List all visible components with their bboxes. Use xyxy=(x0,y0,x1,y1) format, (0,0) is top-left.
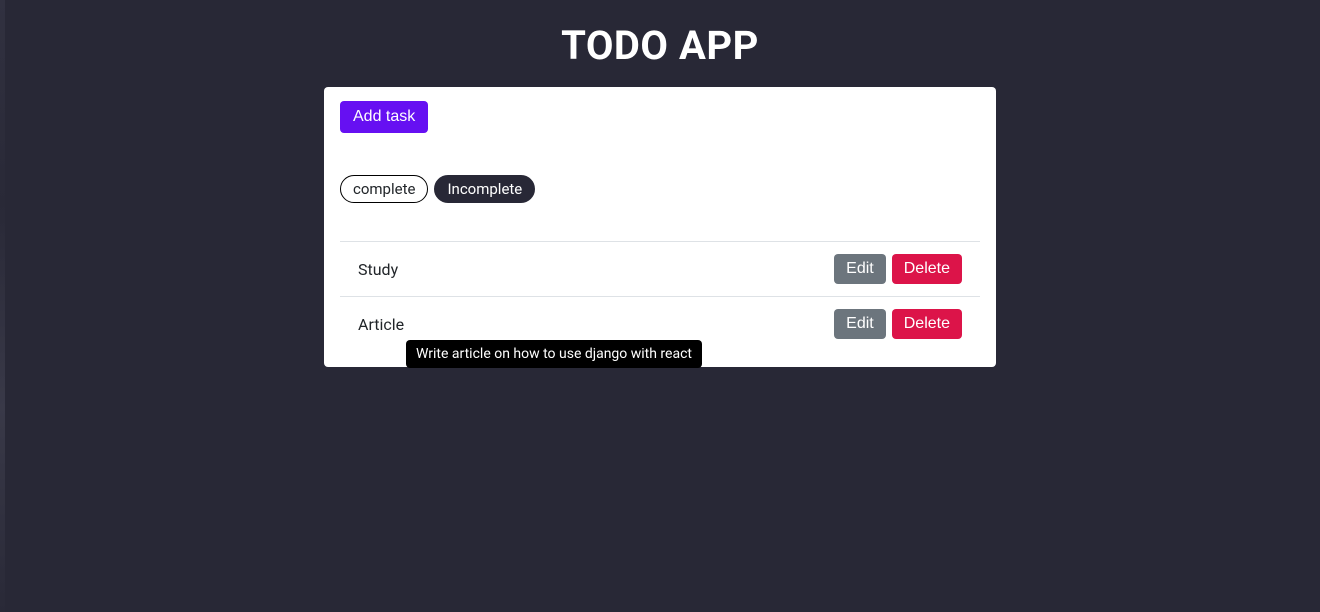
filter-incomplete[interactable]: Incomplete xyxy=(434,175,535,203)
task-list: Study Edit Delete Article Edit Delete xyxy=(340,241,980,351)
filter-row: complete Incomplete xyxy=(340,175,980,203)
task-tooltip: Write article on how to use django with … xyxy=(406,340,702,368)
todo-card: Add task complete Incomplete Study Edit … xyxy=(324,87,996,367)
page-title: TODO APP xyxy=(0,0,1320,87)
task-row: Study Edit Delete xyxy=(340,241,980,296)
task-title: Article xyxy=(358,315,404,334)
delete-button[interactable]: Delete xyxy=(892,309,962,339)
filter-complete[interactable]: complete xyxy=(340,175,428,203)
delete-button[interactable]: Delete xyxy=(892,254,962,284)
window-edge-decoration xyxy=(0,0,5,612)
edit-button[interactable]: Edit xyxy=(834,309,886,339)
add-task-button[interactable]: Add task xyxy=(340,101,428,133)
task-actions: Edit Delete xyxy=(834,254,962,284)
task-title: Study xyxy=(358,260,398,279)
task-actions: Edit Delete xyxy=(834,309,962,339)
edit-button[interactable]: Edit xyxy=(834,254,886,284)
